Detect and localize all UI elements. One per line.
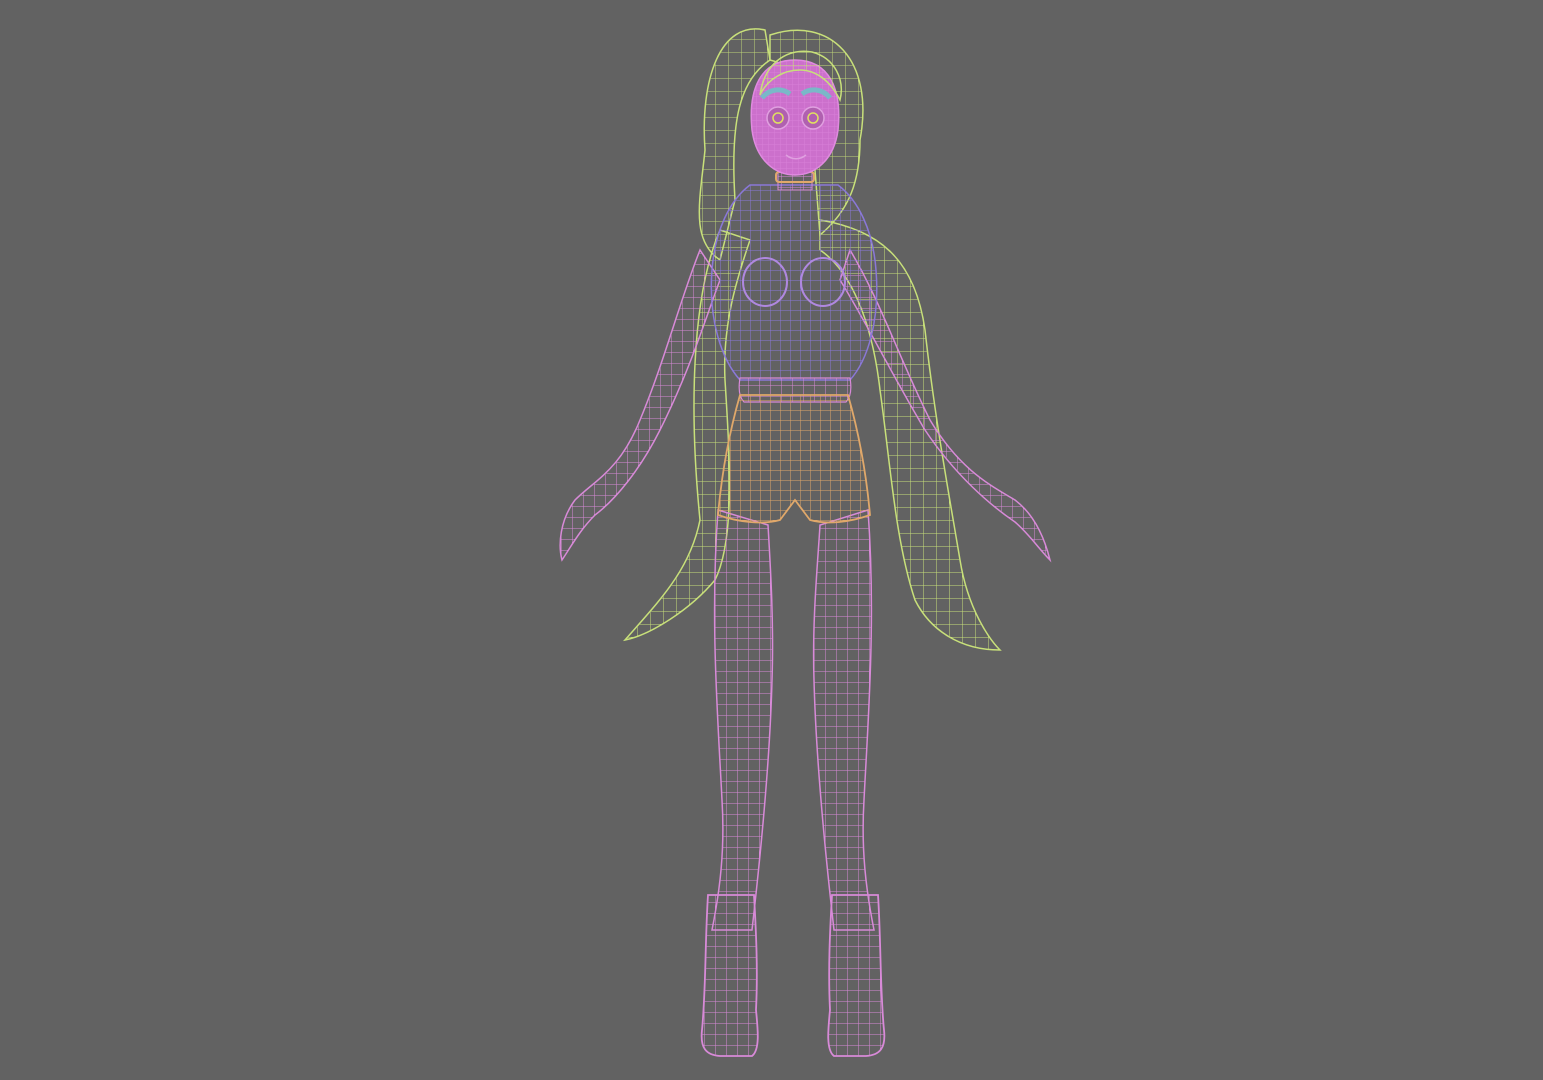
3d-viewport[interactable]: [0, 0, 1543, 1080]
top-mesh: [710, 184, 878, 381]
shorts-mesh: [717, 394, 871, 524]
legs-mesh: [711, 509, 875, 931]
boots-mesh: [700, 894, 886, 1057]
eye-left-mesh: [766, 106, 790, 130]
eye-right-mesh: [801, 106, 825, 130]
wireframe-model: [559, 28, 1052, 1057]
